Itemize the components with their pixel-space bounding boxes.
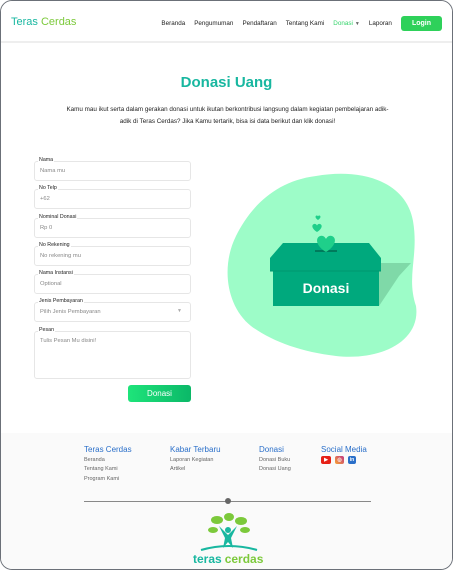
institution-input[interactable]: Optional <box>34 274 191 294</box>
nav-pendaftaran[interactable]: Pendaftaran <box>242 20 276 27</box>
footer-col-kabar: Kabar Terbaru Laporan Kegiatan Artikel <box>170 445 221 475</box>
field-label: No Rekening <box>38 242 71 248</box>
chevron-down-icon: ▼ <box>354 21 360 27</box>
page-title: Donasi Uang <box>180 74 273 91</box>
logo-text-1: Teras <box>11 16 38 28</box>
footer-link[interactable]: Artikel <box>170 465 221 474</box>
nav-donasi-label: Donasi <box>333 20 353 27</box>
footer-col-donasi: Donasi Donasi Buku Donasi Uang <box>259 445 291 475</box>
footer-link[interactable]: Beranda <box>84 456 132 465</box>
field-label: No Telp <box>38 185 58 191</box>
footer-link[interactable]: Tentang Kami <box>84 465 132 474</box>
footer-heading: Teras Cerdas <box>84 445 132 454</box>
donate-button[interactable]: Donasi <box>128 385 191 402</box>
page-frame: Teras Cerdas Beranda Pengumuman Pendafta… <box>0 0 453 570</box>
field-label: Jenis Pembayaran <box>38 298 84 304</box>
header: Teras Cerdas Beranda Pengumuman Pendafta… <box>1 1 452 43</box>
institution-field: Optional Nama Instansi <box>34 270 191 294</box>
footer-logo-text-2: cerdas <box>225 552 264 566</box>
field-label: Nama <box>38 157 55 163</box>
name-input[interactable]: Nama mu <box>34 161 191 181</box>
account-field: No rekening mu No Rekening <box>34 242 191 266</box>
footer-col-social: Social Media ▶ ◎ in <box>321 445 367 464</box>
footer-heading: Kabar Terbaru <box>170 445 221 454</box>
donation-illustration: Donasi <box>221 166 431 366</box>
nav-laporan[interactable]: Laporan <box>369 20 392 27</box>
field-label: Nominal Donasi <box>38 214 78 220</box>
account-input[interactable]: No rekening mu <box>34 246 191 266</box>
footer-link[interactable]: Donasi Uang <box>259 465 291 474</box>
field-label: Nama Instansi <box>38 270 74 276</box>
nav: Beranda Pengumuman Pendaftaran Tentang K… <box>161 16 442 31</box>
message-textarea[interactable]: Tulis Pesan Mu disini! <box>34 331 191 379</box>
logo[interactable]: Teras Cerdas <box>11 16 76 28</box>
footer-link[interactable]: Program Kami <box>84 475 132 484</box>
instagram-icon[interactable]: ◎ <box>335 456 344 464</box>
footer-logo: teras cerdas <box>189 512 269 567</box>
logo-text-2: Cerdas <box>40 16 77 28</box>
phone-field: +62 No Telp <box>34 185 191 209</box>
footer-link[interactable]: Laporan Kegiatan <box>170 456 221 465</box>
footer-col-teras-cerdas: Teras Cerdas Beranda Tentang Kami Program K… <box>84 445 132 484</box>
footer-logo-text-1: teras <box>193 552 222 566</box>
message-field: Tulis Pesan Mu disini! Pesan <box>34 327 191 379</box>
phone-input[interactable]: +62 <box>34 189 191 209</box>
nav-pengumuman[interactable]: Pengumuman <box>194 20 233 27</box>
amount-field: Rp 0 Nominal Donasi <box>34 214 191 238</box>
payment-select[interactable]: Pilih Jenis Pembayaran <box>34 302 191 322</box>
payment-field: Pilih Jenis Pembayaran ▼ Jenis Pembayaran <box>34 298 191 322</box>
page-description: Kamu mau ikut serta dalam gerakan donasi… <box>66 106 389 125</box>
footer-heading: Social Media <box>321 445 367 454</box>
field-label: Pesan <box>38 327 56 333</box>
youtube-icon[interactable]: ▶ <box>321 456 331 464</box>
footer-heading: Donasi <box>259 445 284 454</box>
nav-tentang-kami[interactable]: Tentang Kami <box>286 20 325 27</box>
login-button[interactable]: Login <box>400 16 442 31</box>
box-label: Donasi <box>303 280 350 296</box>
linkedin-icon[interactable]: in <box>348 456 356 464</box>
name-field: Nama mu Nama <box>34 157 191 181</box>
chevron-down-icon: ▼ <box>177 308 182 314</box>
divider-dot <box>225 498 231 504</box>
svg-text:terascerdas: teras cerdas <box>193 552 264 566</box>
amount-input[interactable]: Rp 0 <box>34 218 191 238</box>
nav-donasi[interactable]: Donasi ▼ <box>333 20 360 27</box>
nav-beranda[interactable]: Beranda <box>161 20 185 27</box>
footer-link[interactable]: Donasi Buku <box>259 456 291 465</box>
